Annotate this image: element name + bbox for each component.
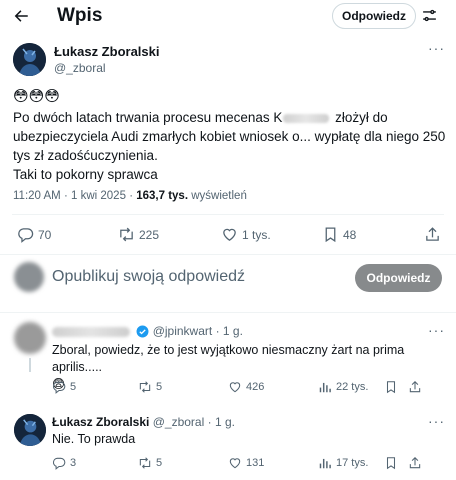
meta-dot: ·	[63, 190, 68, 202]
share-icon	[409, 381, 421, 393]
thread-line	[29, 358, 31, 372]
page-title: Wpis	[57, 5, 103, 26]
reply1-views-action[interactable]: 22 tys.	[318, 380, 368, 394]
composer-reply-button[interactable]: Odpowiedz	[355, 264, 442, 292]
reply1-text-body: Zboral, powiedz, że to jest wyjątkowo ni…	[52, 343, 405, 374]
author-handle[interactable]: @_zboral	[54, 61, 106, 75]
reply1-share-action[interactable]	[408, 380, 422, 394]
tweet-time[interactable]: 11:20 AM	[13, 190, 61, 202]
tweet-date[interactable]: 1 kwi 2025	[71, 190, 126, 202]
reply2-bookmark-action[interactable]	[384, 456, 398, 470]
back-arrow-icon[interactable]	[12, 7, 30, 25]
bookmark-count: 48	[343, 227, 357, 242]
reply1-time[interactable]: 1 g.	[223, 324, 243, 338]
reply2-text: Nie. To prawda	[52, 432, 136, 446]
reply1-like-count: 426	[246, 381, 265, 393]
share-icon	[426, 227, 439, 241]
reply1-reply-action[interactable]: 5	[52, 380, 76, 394]
reply1-repost-action[interactable]: 5	[138, 380, 162, 394]
reply-count: 70	[38, 227, 52, 242]
reply-header-button[interactable]: Odpowiedz	[332, 3, 416, 29]
views-label: wyświetleń	[191, 190, 247, 202]
reply1-header: @jpinkwart · 1 g.	[52, 324, 243, 338]
bookmark-icon	[386, 457, 396, 470]
reply2-like-count: 131	[246, 457, 265, 469]
author-avatar[interactable]	[13, 43, 46, 76]
repost-action[interactable]: 225	[118, 226, 159, 243]
reply-icon	[52, 457, 66, 470]
reply2-repost-count: 5	[156, 457, 163, 469]
reply1-handle[interactable]: @jpinkwart	[153, 324, 213, 338]
reply-composer-input[interactable]: Opublikuj swoją odpowiedź	[52, 268, 245, 286]
tweet-text-line3: tys zł zadośćuczynienia.	[13, 148, 158, 163]
like-action[interactable]: 1 tys.	[221, 226, 271, 243]
views-count: 163,7 tys.	[136, 190, 189, 202]
reply-action[interactable]: 70	[17, 226, 51, 243]
tweet-text: Po dwóch latach trwania procesu mecenas …	[13, 108, 453, 184]
reply2-repost-action[interactable]: 5	[138, 456, 162, 470]
repost-icon	[139, 457, 151, 469]
like-count: 1 tys.	[242, 227, 271, 242]
reply2-header: Łukasz Zboralski @_zboral · 1 g.	[52, 415, 235, 429]
repost-icon	[120, 227, 133, 242]
reply2-like-action[interactable]: 131	[228, 456, 264, 470]
reply2-views-count: 17 tys.	[336, 457, 369, 469]
bookmark-icon	[386, 381, 396, 394]
tweet-text-line2: ubezpieczyciela Audi zmarłych kobiet wni…	[13, 129, 446, 144]
views-chart-icon	[319, 458, 331, 469]
bookmark-icon	[325, 227, 336, 243]
views-chart-icon	[319, 382, 331, 393]
heart-icon	[229, 458, 241, 469]
reply1-bookmark-action[interactable]	[384, 380, 398, 394]
reply-icon	[18, 228, 34, 243]
sliders-icon[interactable]	[421, 7, 438, 24]
reply2-reply-action[interactable]: 3	[52, 456, 76, 470]
more-options-icon[interactable]: ···	[428, 40, 445, 56]
redacted-name	[283, 113, 330, 123]
bookmark-action[interactable]: 48	[322, 226, 356, 243]
share-icon	[409, 457, 421, 469]
meta-dot: ·	[215, 324, 220, 338]
reply1-avatar[interactable]	[14, 322, 46, 354]
tweet-text-line1-pre: Po dwóch latach trwania procesu mecenas …	[13, 110, 283, 125]
reply1-like-action[interactable]: 426	[228, 380, 264, 394]
tweet-meta: 11:20 AM · 1 kwi 2025 · 163,7 tys. wyświ…	[13, 190, 247, 202]
reply2-share-action[interactable]	[408, 456, 422, 470]
reply1-repost-count: 5	[156, 381, 163, 393]
repost-count: 225	[139, 227, 160, 242]
share-action[interactable]	[424, 226, 441, 243]
meta-dot: ·	[129, 190, 134, 202]
heart-icon	[229, 382, 241, 393]
reply2-time[interactable]: 1 g.	[215, 415, 235, 429]
meta-dot: ·	[207, 415, 212, 429]
more-options-icon[interactable]: ···	[428, 413, 445, 429]
reply2-avatar[interactable]	[14, 414, 46, 446]
tweet-text-line4: Taki to pokorny sprawca	[13, 167, 158, 182]
reply1-name-redacted[interactable]	[52, 326, 130, 337]
tweet-text-line1-post: złożył do	[331, 110, 388, 125]
repost-icon	[139, 381, 151, 393]
reply1-views-count: 22 tys.	[336, 381, 369, 393]
heart-icon	[223, 228, 236, 241]
reply2-name[interactable]: Łukasz Zboralski	[52, 415, 149, 429]
tweet-emoji: 😳😳😳	[13, 88, 60, 105]
author-name[interactable]: Łukasz Zboralski	[54, 44, 159, 59]
verified-badge-icon	[136, 325, 149, 338]
reply2-views-action[interactable]: 17 tys.	[318, 456, 368, 470]
more-options-icon[interactable]: ···	[428, 322, 445, 338]
reply1-reply-count: 5	[70, 381, 77, 393]
reply2-reply-count: 3	[70, 457, 77, 469]
reply2-handle[interactable]: @_zboral	[153, 415, 205, 429]
reply-icon	[52, 381, 66, 394]
composer-avatar	[14, 262, 44, 292]
